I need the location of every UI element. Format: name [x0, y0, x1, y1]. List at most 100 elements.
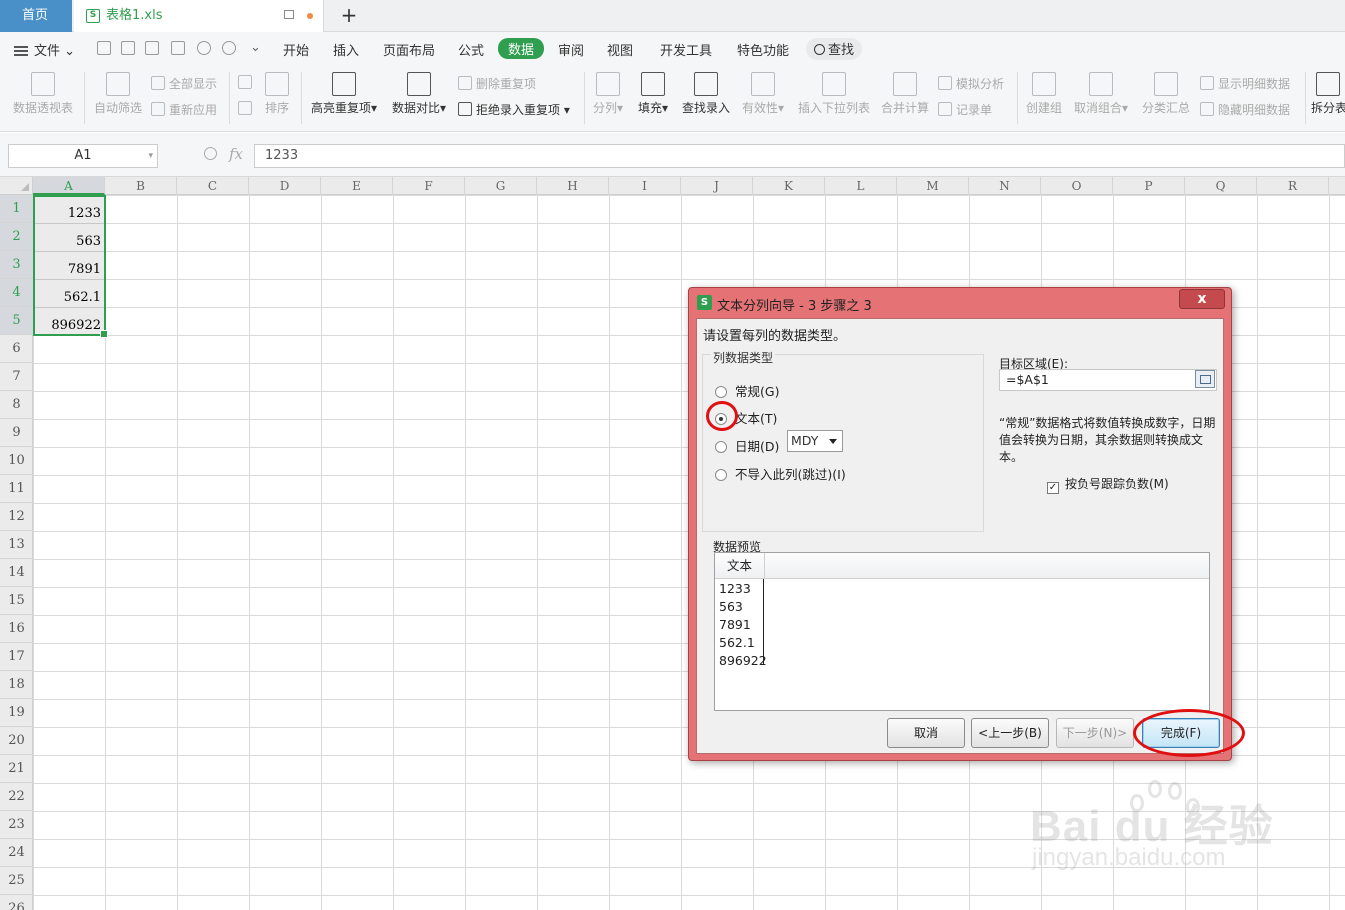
- row-header-25[interactable]: 25: [0, 867, 33, 895]
- row-header-12[interactable]: 12: [0, 503, 33, 531]
- cell-a1[interactable]: 1233: [33, 199, 105, 227]
- row-header-10[interactable]: 10: [0, 447, 33, 475]
- undo-icon[interactable]: [197, 41, 211, 55]
- zoom-search-icon[interactable]: [204, 147, 217, 160]
- column-header-b[interactable]: B: [105, 177, 177, 195]
- name-box[interactable]: A1 ▾: [8, 144, 158, 168]
- print-preview-icon[interactable]: [171, 41, 185, 55]
- column-header-i[interactable]: I: [609, 177, 681, 195]
- record-form-button[interactable]: 记录单: [938, 101, 992, 118]
- validity-button[interactable]: 有效性▾: [739, 72, 787, 116]
- track-negative-checkbox[interactable]: ✓ 按负号跟踪负数(M): [1047, 475, 1169, 494]
- reject-duplicates-button[interactable]: 拒绝录入重复项 ▾: [458, 101, 570, 118]
- menu-search[interactable]: 查找: [806, 38, 863, 60]
- menu-start[interactable]: 开始: [283, 40, 309, 59]
- row-header-3[interactable]: 3: [0, 251, 33, 279]
- new-tab-button[interactable]: +: [338, 4, 360, 26]
- sort-button[interactable]: 排序: [262, 72, 292, 116]
- row-header-24[interactable]: 24: [0, 839, 33, 867]
- menu-data[interactable]: 数据: [498, 38, 545, 59]
- pivot-table-button[interactable]: 数据透视表: [10, 72, 76, 116]
- menu-view[interactable]: 视图: [607, 40, 633, 59]
- export-icon[interactable]: [121, 41, 135, 55]
- cancel-button[interactable]: 取消: [887, 718, 965, 748]
- row-header-7[interactable]: 7: [0, 363, 33, 391]
- lookup-entry-button[interactable]: 查找录入: [680, 72, 732, 116]
- menu-insert[interactable]: 插入: [333, 40, 359, 59]
- row-header-15[interactable]: 15: [0, 587, 33, 615]
- tab-document[interactable]: S 表格1.xls: [74, 0, 324, 32]
- row-header-8[interactable]: 8: [0, 391, 33, 419]
- menu-page-layout[interactable]: 页面布局: [383, 40, 435, 59]
- row-header-5[interactable]: 5: [0, 307, 33, 335]
- save-icon[interactable]: [97, 41, 111, 55]
- file-menu[interactable]: 文件 ⌄: [14, 40, 75, 59]
- tab-home[interactable]: 首页: [0, 0, 72, 32]
- column-header-j[interactable]: J: [681, 177, 753, 195]
- column-header-p[interactable]: P: [1113, 177, 1185, 195]
- radio-general[interactable]: 常规(G): [715, 381, 779, 400]
- column-header-m[interactable]: M: [897, 177, 969, 195]
- radio-date[interactable]: 日期(D): [715, 436, 779, 455]
- formula-input[interactable]: 1233: [254, 144, 1345, 168]
- column-header-q[interactable]: Q: [1185, 177, 1257, 195]
- column-header-h[interactable]: H: [537, 177, 609, 195]
- target-area-input[interactable]: =$A$1: [999, 369, 1217, 391]
- cell-a2[interactable]: 563: [33, 227, 105, 255]
- row-header-19[interactable]: 19: [0, 699, 33, 727]
- select-all-corner[interactable]: [0, 177, 33, 195]
- show-all-button[interactable]: 全部显示: [151, 75, 217, 92]
- row-header-18[interactable]: 18: [0, 671, 33, 699]
- print-icon[interactable]: [145, 41, 159, 55]
- data-compare-button[interactable]: 数据对比▾: [388, 72, 450, 116]
- row-header-21[interactable]: 21: [0, 755, 33, 783]
- column-header-r[interactable]: R: [1257, 177, 1329, 195]
- row-header-14[interactable]: 14: [0, 559, 33, 587]
- range-picker-icon[interactable]: [1195, 370, 1215, 388]
- row-header-6[interactable]: 6: [0, 335, 33, 363]
- fx-icon[interactable]: fx: [229, 145, 243, 163]
- row-header-9[interactable]: 9: [0, 419, 33, 447]
- reapply-button[interactable]: 重新应用: [151, 101, 217, 118]
- consolidate-button[interactable]: 合并计算: [879, 72, 931, 116]
- quick-access-dropdown-icon[interactable]: ⌄: [250, 40, 261, 55]
- row-header-20[interactable]: 20: [0, 727, 33, 755]
- column-header-f[interactable]: F: [393, 177, 465, 195]
- preview-column-header[interactable]: 文本: [715, 553, 765, 579]
- subtotal-button[interactable]: 分类汇总: [1140, 72, 1192, 116]
- column-header-n[interactable]: N: [969, 177, 1041, 195]
- column-header-l[interactable]: L: [825, 177, 897, 195]
- row-header-22[interactable]: 22: [0, 783, 33, 811]
- split-table-button[interactable]: 拆分表: [1311, 72, 1345, 116]
- cell-a3[interactable]: 7891: [33, 255, 105, 283]
- what-if-analysis-button[interactable]: 模拟分析: [938, 75, 1004, 92]
- row-header-4[interactable]: 4: [0, 279, 33, 307]
- row-header-23[interactable]: 23: [0, 811, 33, 839]
- menu-review[interactable]: 审阅: [558, 40, 584, 59]
- back-button[interactable]: <上一步(B): [971, 718, 1049, 748]
- show-detail-button[interactable]: 显示明细数据: [1200, 75, 1290, 92]
- menu-developer[interactable]: 开发工具: [660, 40, 712, 59]
- row-header-1[interactable]: 1: [0, 195, 33, 223]
- cell-a4[interactable]: 562.1: [33, 283, 105, 311]
- column-header-o[interactable]: O: [1041, 177, 1113, 195]
- row-header-11[interactable]: 11: [0, 475, 33, 503]
- split-column-button[interactable]: 分列▾: [590, 72, 626, 116]
- redo-icon[interactable]: [222, 41, 236, 55]
- row-header-26[interactable]: 26: [0, 895, 33, 910]
- row-header-16[interactable]: 16: [0, 615, 33, 643]
- column-header-c[interactable]: C: [177, 177, 249, 195]
- sort-desc-button[interactable]: [238, 101, 256, 116]
- highlight-duplicates-button[interactable]: 高亮重复项▾: [308, 72, 380, 116]
- column-header-e[interactable]: E: [321, 177, 393, 195]
- sort-asc-button[interactable]: [238, 75, 256, 90]
- create-group-button[interactable]: 创建组: [1024, 72, 1064, 116]
- remove-duplicates-button[interactable]: 删除重复项: [458, 75, 536, 92]
- menu-features[interactable]: 特色功能: [737, 40, 789, 59]
- date-format-select[interactable]: MDY: [787, 430, 843, 452]
- row-header-2[interactable]: 2: [0, 223, 33, 251]
- row-header-13[interactable]: 13: [0, 531, 33, 559]
- menu-formula[interactable]: 公式: [458, 40, 484, 59]
- column-header-a[interactable]: A: [33, 177, 105, 195]
- radio-skip[interactable]: 不导入此列(跳过)(I): [715, 464, 846, 483]
